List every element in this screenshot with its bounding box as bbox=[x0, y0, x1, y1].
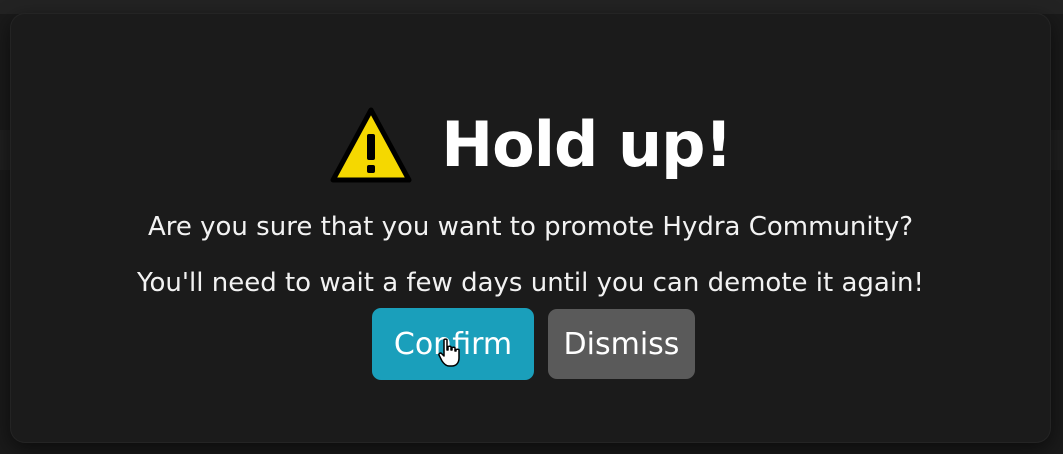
backdrop-top-bar bbox=[0, 0, 1063, 14]
dismiss-button-label: Dismiss bbox=[563, 326, 680, 362]
dialog-message-line-1: Are you sure that you want to promote Hy… bbox=[147, 212, 914, 242]
dialog-title: Hold up! bbox=[441, 108, 732, 181]
warning-triangle-icon bbox=[330, 107, 412, 183]
dialog-message-line-2: You'll need to wait a few days until you… bbox=[137, 268, 924, 298]
confirmation-dialog: Hold up! Are you sure that you want to p… bbox=[11, 14, 1050, 442]
hand-pointer-icon bbox=[438, 338, 460, 367]
dismiss-button[interactable]: Dismiss bbox=[548, 309, 695, 379]
confirm-button[interactable]: Confirm bbox=[372, 308, 534, 380]
dialog-actions: Confirm Dismiss bbox=[11, 308, 1050, 380]
dialog-header: Hold up! bbox=[11, 100, 1050, 190]
